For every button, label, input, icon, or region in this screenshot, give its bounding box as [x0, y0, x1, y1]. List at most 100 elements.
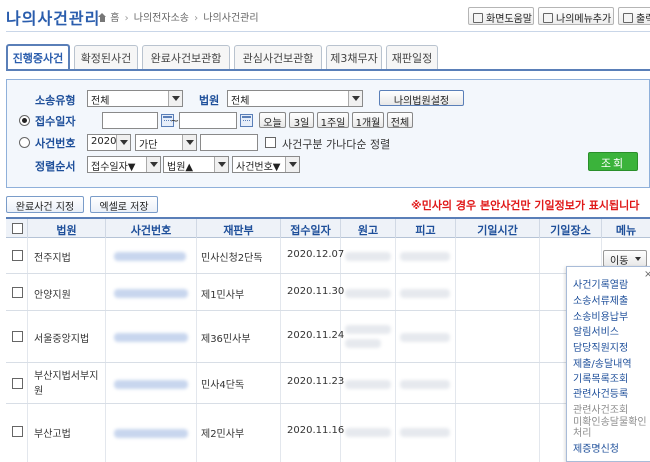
- sort-case-value: 사건번호▼: [236, 162, 281, 173]
- table-header: 법원 사건번호 재판부 접수일자 원고 피고 기일시간 기일장소 메뉴: [6, 217, 650, 238]
- search-button[interactable]: 조회: [588, 152, 638, 171]
- case-year-select[interactable]: 2020: [87, 134, 131, 151]
- court-select[interactable]: 전체: [227, 90, 363, 107]
- breadcrumb: 홈 › 나의전자소송 › 나의사건관리: [98, 9, 259, 24]
- print-button-label: 출력: [636, 14, 650, 25]
- page-header: 나의사건관리 홈 › 나의전자소송 › 나의사건관리 화면도움말 나의메뉴추가 …: [0, 0, 650, 34]
- menu-item-pay-costs[interactable]: 소송비용납부: [573, 312, 628, 323]
- menu-item-notification[interactable]: 알림서비스: [573, 327, 619, 338]
- date-today-button[interactable]: 오늘: [259, 112, 286, 129]
- row-checkbox[interactable]: [12, 250, 23, 261]
- col-division: 재판부: [197, 219, 281, 238]
- mark-complete-button[interactable]: 완료사건 지정: [6, 196, 84, 213]
- case-kind-select[interactable]: 가단: [135, 134, 197, 151]
- menu-item-unconfirmed-delivery: 미확인송달물확인처리: [573, 417, 647, 439]
- row-date-cell: 2020.11.24: [281, 311, 344, 362]
- row-case-number-cell[interactable]: [106, 311, 197, 362]
- select-all-checkbox[interactable]: [12, 223, 23, 234]
- tab-interest-archive[interactable]: 관심사건보관함: [234, 45, 322, 69]
- row-court-cell: 전주지법: [28, 238, 106, 273]
- row-division-cell: 제2민사부: [197, 404, 281, 462]
- row-division: 제1민사부: [201, 290, 245, 301]
- case-number-input[interactable]: [200, 134, 258, 151]
- row-division: 민사신청2단독: [201, 253, 263, 264]
- print-button[interactable]: 출력: [618, 7, 650, 25]
- search-panel: 소송유형 전체 법원 전체 나의법원설정 접수일자 ~ 오늘 3일 1주일 1개…: [6, 79, 650, 188]
- sort-case-select[interactable]: 사건번호▼: [232, 156, 300, 173]
- sort-court-select[interactable]: 법원▲: [163, 156, 229, 173]
- col-hearing-time: 기일시간: [456, 219, 540, 238]
- row-checkbox[interactable]: [12, 287, 23, 298]
- date-to-input[interactable]: [179, 112, 237, 129]
- sort-by-name-checkbox[interactable]: [265, 137, 276, 148]
- help-button-label: 화면도움말: [486, 14, 532, 25]
- tab-completed-archive[interactable]: 완료사건보관함: [142, 45, 230, 69]
- row-date-cell: 2020.11.23: [281, 363, 344, 403]
- sort-date-select[interactable]: 접수일자▼: [87, 156, 161, 173]
- row-date-cell: 2020.12.07: [281, 238, 344, 273]
- date-radio[interactable]: [19, 115, 30, 126]
- table-row[interactable]: 부산지법서부지원 민사4단독 2020.11.23: [6, 363, 650, 404]
- tab-confirmed[interactable]: 확정된사건: [74, 45, 138, 69]
- row-case-number-cell[interactable]: [106, 363, 197, 403]
- add-menu-button[interactable]: 나의메뉴추가: [538, 7, 614, 25]
- export-excel-button[interactable]: 엑셀로 저장: [90, 196, 158, 213]
- redacted-plaintiff: [345, 289, 391, 298]
- breadcrumb-home[interactable]: 홈: [110, 13, 119, 24]
- row-checkbox[interactable]: [12, 426, 23, 437]
- table-row[interactable]: 전주지법 민사신청2단독 2020.12.07: [6, 238, 650, 274]
- col-court: 법원: [28, 219, 106, 238]
- date-1month-button[interactable]: 1개월: [352, 112, 384, 129]
- row-court-cell: 부산고법: [28, 404, 106, 462]
- date-1week-button[interactable]: 1주일: [317, 112, 349, 129]
- tab-in-progress[interactable]: 진행중사건: [6, 44, 70, 70]
- tab-trial-schedule[interactable]: 재판일정: [386, 45, 438, 69]
- row-select-cell: [6, 311, 28, 362]
- menu-item-submission-history[interactable]: 제출/송달내역: [573, 359, 632, 370]
- help-button[interactable]: 화면도움말: [468, 7, 534, 25]
- redacted-case-number: [114, 289, 188, 298]
- tab-third-debtor[interactable]: 제3채무자: [326, 45, 382, 69]
- row-plaintiff-cell: [341, 363, 396, 403]
- close-icon[interactable]: ×: [644, 269, 650, 280]
- date-all-button[interactable]: 전체: [387, 112, 413, 129]
- breadcrumb-ecourt[interactable]: 나의전자소송: [134, 13, 189, 24]
- notice-text: ※민사의 경우 본안사건만 기일정보가 표시됩니다: [411, 199, 640, 212]
- table-row[interactable]: 부산고법 제2민사부 2020.11.16: [6, 404, 650, 462]
- row-defendant-cell: [396, 274, 456, 310]
- row-case-number-cell[interactable]: [106, 404, 197, 462]
- breadcrumb-current: 나의사건관리: [203, 13, 259, 24]
- row-case-number-cell[interactable]: [106, 238, 197, 273]
- menu-item-record-list[interactable]: 기록목록조회: [573, 374, 628, 385]
- row-hearing-time-cell: [456, 274, 540, 310]
- menu-item-certificate-request[interactable]: 제증명신청: [573, 444, 619, 455]
- menu-item-view-records[interactable]: 사건기록열람: [573, 280, 628, 291]
- row-hearing-time-cell: [456, 404, 540, 462]
- row-checkbox[interactable]: [12, 331, 23, 342]
- case-type-select[interactable]: 전체: [87, 90, 183, 107]
- row-court: 전주지법: [34, 253, 71, 264]
- col-date: 접수일자: [281, 219, 341, 238]
- menu-item-register-related[interactable]: 관련사건등록: [573, 389, 628, 400]
- date-from-input[interactable]: [102, 112, 158, 129]
- menu-item-submit-documents[interactable]: 소송서류제출: [573, 296, 628, 307]
- table-row[interactable]: 안양지원 제1민사부 2020.11.30: [6, 274, 650, 311]
- my-court-setting-button[interactable]: 나의법원설정: [379, 90, 464, 107]
- move-menu-button[interactable]: 이동: [603, 250, 647, 267]
- row-hearing-time-cell: [456, 238, 540, 273]
- col-defendant: 피고: [396, 219, 456, 238]
- row-date: 2020.11.30: [287, 286, 345, 297]
- case-number-radio[interactable]: [19, 137, 30, 148]
- row-defendant-cell: [396, 404, 456, 462]
- menu-item-assign-staff[interactable]: 담당직원지정: [573, 343, 628, 354]
- row-hearing-time-cell: [456, 363, 540, 403]
- calendar-icon[interactable]: [240, 114, 253, 127]
- chevron-down-icon: [182, 135, 196, 150]
- row-division: 민사4단독: [201, 380, 245, 391]
- table-row[interactable]: 서울중앙지법 제36민사부 2020.11.24: [6, 311, 650, 363]
- row-checkbox[interactable]: [12, 378, 23, 389]
- row-case-number-cell[interactable]: [106, 274, 197, 310]
- date-3days-button[interactable]: 3일: [289, 112, 314, 129]
- date-range-separator: ~: [170, 114, 180, 127]
- help-icon: [473, 13, 483, 23]
